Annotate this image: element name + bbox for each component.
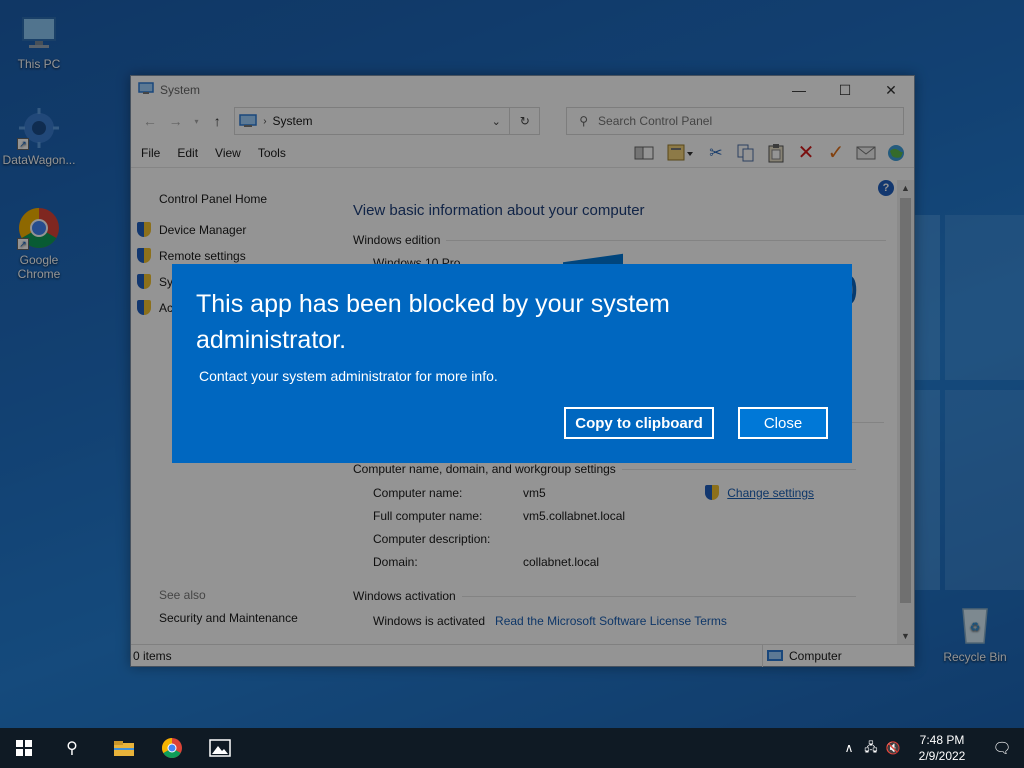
start-button[interactable] xyxy=(0,728,48,768)
file-explorer-icon[interactable] xyxy=(100,728,148,768)
windows-icon xyxy=(16,740,32,756)
network-icon[interactable]: 🖧 xyxy=(860,738,882,759)
clock-time: 7:48 PM xyxy=(919,733,965,747)
notification-icon[interactable]: 🗨 xyxy=(980,728,1024,768)
close-button[interactable]: Close xyxy=(738,407,828,439)
system-tray: ∧ 🖧 🔇 7:48 PM 2/9/2022 🗨 xyxy=(838,728,1024,768)
dialog-title: This app has been blocked by your system… xyxy=(196,290,670,354)
clock[interactable]: 7:48 PM 2/9/2022 xyxy=(904,732,980,764)
dialog-message: Contact your system administrator for mo… xyxy=(199,368,498,384)
copy-to-clipboard-button[interactable]: Copy to clipboard xyxy=(564,407,714,439)
clock-date: 2/9/2022 xyxy=(918,749,966,763)
chrome-taskbar-icon[interactable] xyxy=(148,728,196,768)
photos-icon[interactable] xyxy=(196,728,244,768)
volume-muted-icon[interactable]: 🔇 xyxy=(882,741,904,755)
app-blocked-dialog: This app has been blocked by your system… xyxy=(172,264,852,463)
search-icon[interactable]: ⚲ xyxy=(48,728,96,768)
chevron-up-icon[interactable]: ∧ xyxy=(838,741,860,755)
taskbar: ⚲ ∧ 🖧 🔇 7:48 PM 2/9/2022 🗨 xyxy=(0,728,1024,768)
